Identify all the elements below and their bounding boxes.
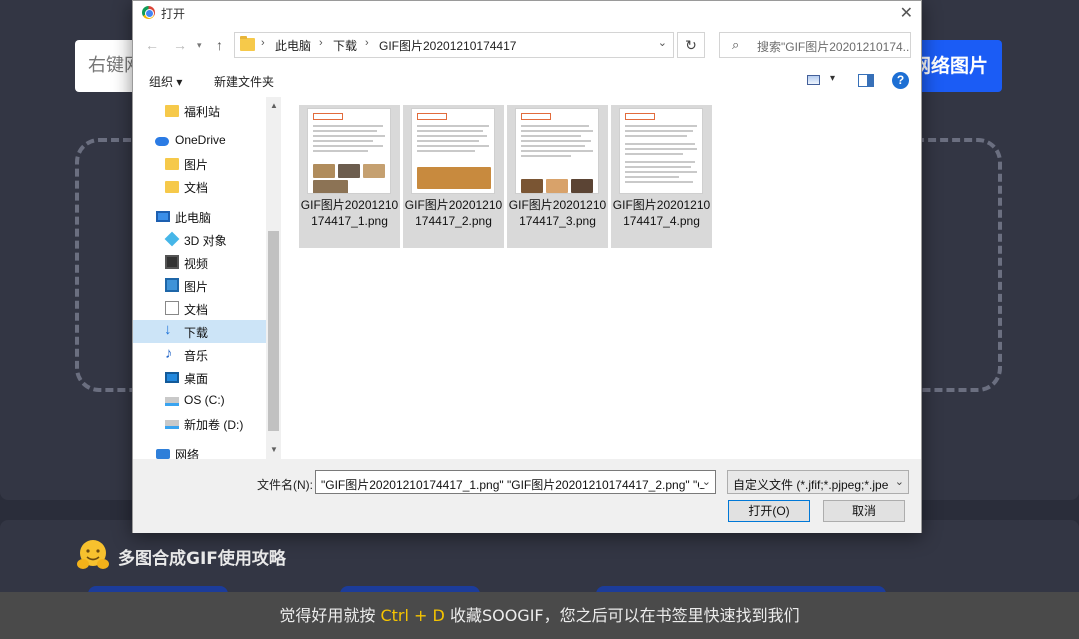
sidebar-item-3d-objects[interactable]: 3D 对象 xyxy=(133,228,266,251)
pictures-icon xyxy=(165,278,179,292)
help-icon[interactable]: ? xyxy=(892,72,909,89)
file-item-2[interactable]: GIF图片20201210174417_2.png xyxy=(403,105,504,248)
search-placeholder: 搜索"GIF图片20201210174... xyxy=(757,40,911,54)
sidebar-item-onedrive-pictures[interactable]: 图片 xyxy=(133,152,266,175)
file-thumbnail xyxy=(619,108,703,194)
close-icon[interactable]: ✕ xyxy=(900,3,913,23)
computer-icon xyxy=(156,211,170,222)
open-button[interactable]: 打开(O) xyxy=(728,500,810,522)
video-icon xyxy=(165,255,179,269)
dialog-title: 打开 xyxy=(161,7,186,21)
chevron-right-icon[interactable]: › xyxy=(261,37,265,49)
download-icon: ↓ xyxy=(164,321,172,338)
tip-text-before: 觉得好用就按 xyxy=(279,606,376,625)
sidebar-item-videos[interactable]: 视频 xyxy=(133,251,266,274)
sidebar-scroll-thumb[interactable] xyxy=(268,231,279,431)
breadcrumb-this-pc[interactable]: 此电脑 xyxy=(275,37,311,54)
drive-icon xyxy=(165,397,179,406)
file-type-value: 自定义文件 (*.jfif;*.pjpeg;*.jpe xyxy=(733,478,889,492)
open-file-dialog: 打开 ✕ ← → ▾ ↑ › 此电脑 › 下载 › GIF图片202012101… xyxy=(132,0,922,533)
desktop-icon xyxy=(165,372,179,383)
sidebar-item-downloads[interactable]: ↓ 下载 xyxy=(133,320,266,343)
command-bar: 组织 ▾ 新建文件夹 ▾ ? xyxy=(133,65,921,97)
tip-text-after: 收藏SOOGIF，您之后可以在书签里快速找到我们 xyxy=(449,606,800,625)
filename-input[interactable]: "GIF图片20201210174417_1.png" "GIF图片202012… xyxy=(315,470,716,494)
cube-icon xyxy=(164,231,180,247)
breadcrumb-downloads[interactable]: 下载 xyxy=(333,37,357,54)
sidebar-item-this-pc[interactable]: 此电脑 xyxy=(133,205,266,228)
forward-arrow-icon[interactable]: → xyxy=(173,37,187,53)
search-input[interactable]: ⌕ 搜索"GIF图片20201210174... xyxy=(719,32,911,58)
hugging-face-icon xyxy=(77,540,109,569)
file-item-3[interactable]: GIF图片20201210174417_3.png xyxy=(507,105,608,248)
recent-locations-icon[interactable]: ▾ xyxy=(197,40,202,51)
filename-label: 文件名(N): xyxy=(257,478,313,492)
guide-title: 多图合成GIF使用攻略 xyxy=(118,549,286,569)
sidebar-item-onedrive[interactable]: OneDrive xyxy=(133,129,266,152)
refresh-icon: ↻ xyxy=(685,37,697,53)
file-name: GIF图片20201210174417_4.png xyxy=(612,198,711,228)
chevron-down-icon[interactable]: ▾ xyxy=(830,73,835,84)
navigation-bar: ← → ▾ ↑ › 此电脑 › 下载 › GIF图片20201210174417… xyxy=(133,25,921,65)
tip-shortcut: Ctrl + D xyxy=(380,606,445,625)
scroll-up-icon[interactable]: ▲ xyxy=(270,101,278,110)
chevron-right-icon[interactable]: › xyxy=(365,37,369,49)
up-arrow-icon[interactable]: ↑ xyxy=(216,37,223,53)
refresh-button[interactable]: ↻ xyxy=(677,32,705,58)
sidebar-item-documents[interactable]: 文档 xyxy=(133,297,266,320)
drive-icon xyxy=(165,420,179,429)
chevron-right-icon[interactable]: › xyxy=(319,37,323,49)
view-options-icon[interactable] xyxy=(807,75,820,85)
sidebar-item-drive-c[interactable]: OS (C:) xyxy=(133,389,266,412)
file-type-select[interactable]: 自定义文件 (*.jfif;*.pjpeg;*.jpe ⌄ xyxy=(727,470,909,494)
chevron-down-icon[interactable]: ⌄ xyxy=(698,475,711,488)
sidebar-item-drive-d[interactable]: 新加卷 (D:) xyxy=(133,412,266,435)
sidebar-item-fulizhan[interactable]: 福利站 xyxy=(133,99,266,122)
organize-menu[interactable]: 组织 ▾ xyxy=(149,73,182,90)
folder-icon xyxy=(240,36,255,51)
sidebar-item-pictures[interactable]: 图片 xyxy=(133,274,266,297)
file-name: GIF图片20201210174417_1.png xyxy=(300,198,399,228)
back-arrow-icon[interactable]: ← xyxy=(145,37,159,53)
folder-icon xyxy=(165,158,179,170)
folder-icon xyxy=(165,105,179,117)
scroll-down-icon[interactable]: ▼ xyxy=(270,445,278,454)
navigation-pane[interactable]: 福利站 OneDrive 图片 文档 此电脑 3D 对象 视频 图片 文档 ↓ … xyxy=(133,97,281,459)
new-folder-button[interactable]: 新建文件夹 xyxy=(214,73,274,90)
preview-pane-icon[interactable] xyxy=(858,74,874,87)
music-icon: ♪ xyxy=(165,345,173,362)
onedrive-icon xyxy=(155,137,169,146)
filename-value: "GIF图片20201210174417_1.png" "GIF图片202012… xyxy=(321,478,707,492)
sidebar-item-music[interactable]: ♪ 音乐 xyxy=(133,343,266,366)
file-name: GIF图片20201210174417_2.png xyxy=(404,198,503,228)
chevron-down-icon[interactable]: ⌄ xyxy=(658,36,667,49)
folder-icon xyxy=(165,181,179,193)
file-item-4[interactable]: GIF图片20201210174417_4.png xyxy=(611,105,712,248)
address-bar[interactable]: › 此电脑 › 下载 › GIF图片20201210174417 ⌄ xyxy=(234,32,674,58)
chrome-icon xyxy=(142,6,155,19)
file-list[interactable]: GIF图片20201210174417_1.png GIF图片202012101… xyxy=(283,97,921,459)
dialog-titlebar[interactable]: 打开 ✕ xyxy=(133,1,921,25)
file-thumbnail xyxy=(515,108,599,194)
chevron-down-icon[interactable]: ⌄ xyxy=(891,475,904,488)
breadcrumb-current-folder[interactable]: GIF图片20201210174417 xyxy=(379,37,516,54)
network-icon xyxy=(156,449,170,459)
file-thumbnail xyxy=(307,108,391,194)
bookmark-tip-bar: 觉得好用就按 Ctrl + D 收藏SOOGIF，您之后可以在书签里快速找到我们 xyxy=(0,592,1079,639)
sidebar-item-desktop[interactable]: 桌面 xyxy=(133,366,266,389)
sidebar-item-onedrive-documents[interactable]: 文档 xyxy=(133,175,266,198)
cancel-button[interactable]: 取消 xyxy=(823,500,905,522)
file-name: GIF图片20201210174417_3.png xyxy=(508,198,607,228)
search-icon: ⌕ xyxy=(732,37,740,52)
file-thumbnail xyxy=(411,108,495,194)
document-icon xyxy=(165,301,179,315)
dialog-footer: 文件名(N): "GIF图片20201210174417_1.png" "GIF… xyxy=(133,459,921,533)
file-item-1[interactable]: GIF图片20201210174417_1.png xyxy=(299,105,400,248)
sidebar-item-network[interactable]: 网络 xyxy=(133,442,266,459)
